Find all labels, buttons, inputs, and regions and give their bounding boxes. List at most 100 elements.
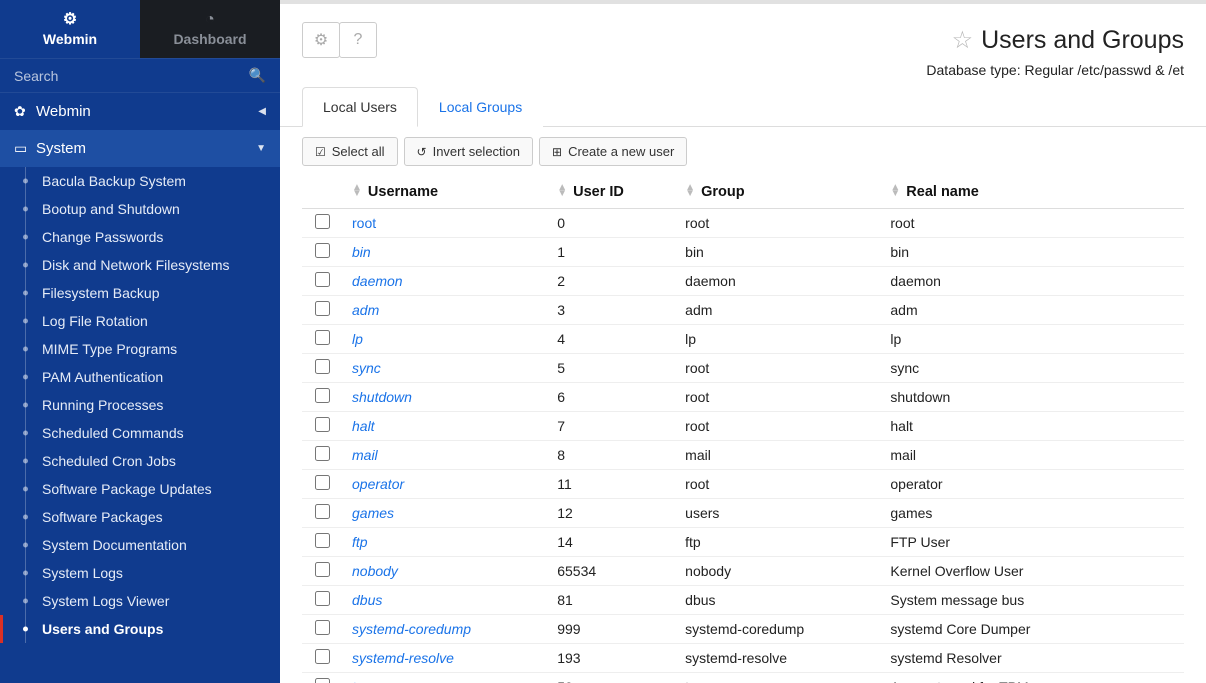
col-username[interactable]: ▲▼Username <box>342 176 547 209</box>
realname-cell: shutdown <box>880 383 1184 412</box>
chevron-left-icon: ◀ <box>258 106 266 117</box>
uid-cell: 7 <box>547 412 675 441</box>
group-cell: users <box>675 499 880 528</box>
username-link[interactable]: adm <box>352 302 379 318</box>
sidebar-item-disk-and-network-filesystems[interactable]: Disk and Network Filesystems <box>0 251 280 279</box>
group-cell: root <box>675 470 880 499</box>
realname-cell: Account used for TPM access <box>880 673 1184 683</box>
table-row: tss59tssAccount used for TPM access <box>302 673 1184 683</box>
row-checkbox[interactable] <box>315 504 330 519</box>
row-checkbox[interactable] <box>315 475 330 490</box>
nav-section-webmin[interactable]: ✿ Webmin ◀ <box>0 93 280 130</box>
sidebar-item-bacula-backup-system[interactable]: Bacula Backup System <box>0 167 280 195</box>
help-button[interactable]: ? <box>339 22 377 58</box>
row-checkbox[interactable] <box>315 388 330 403</box>
row-checkbox[interactable] <box>315 301 330 316</box>
sidebar-item-mime-type-programs[interactable]: MIME Type Programs <box>0 335 280 363</box>
username-link[interactable]: tss <box>352 679 370 683</box>
username-link[interactable]: halt <box>352 418 375 434</box>
username-link[interactable]: daemon <box>352 273 403 289</box>
tab-local-groups[interactable]: Local Groups <box>418 87 543 127</box>
username-link[interactable]: operator <box>352 476 404 492</box>
username-link[interactable]: shutdown <box>352 389 412 405</box>
sidebar-item-system-logs[interactable]: System Logs <box>0 559 280 587</box>
realname-cell: sync <box>880 354 1184 383</box>
row-checkbox[interactable] <box>315 359 330 374</box>
laptop-icon: ▭ <box>14 140 36 157</box>
sidebar-item-users-and-groups[interactable]: Users and Groups <box>0 615 280 643</box>
col-real[interactable]: ▲▼Real name <box>880 176 1184 209</box>
sidebar-tab-dashboard[interactable]: ◔ Dashboard <box>140 0 280 58</box>
table-row: root0rootroot <box>302 209 1184 238</box>
row-checkbox[interactable] <box>315 446 330 461</box>
table-row: nobody65534nobodyKernel Overflow User <box>302 557 1184 586</box>
sidebar-item-system-logs-viewer[interactable]: System Logs Viewer <box>0 587 280 615</box>
username-link[interactable]: mail <box>352 447 378 463</box>
sidebar-item-pam-authentication[interactable]: PAM Authentication <box>0 363 280 391</box>
row-checkbox[interactable] <box>315 272 330 287</box>
table-row: shutdown6rootshutdown <box>302 383 1184 412</box>
button-label: Select all <box>332 144 385 159</box>
group-cell: root <box>675 383 880 412</box>
row-checkbox[interactable] <box>315 330 330 345</box>
row-checkbox[interactable] <box>315 214 330 229</box>
row-checkbox[interactable] <box>315 417 330 432</box>
group-cell: bin <box>675 238 880 267</box>
username-link[interactable]: games <box>352 505 394 521</box>
sidebar-item-filesystem-backup[interactable]: Filesystem Backup <box>0 279 280 307</box>
row-checkbox[interactable] <box>315 620 330 635</box>
table-row: dbus81dbusSystem message bus <box>302 586 1184 615</box>
username-link[interactable]: dbus <box>352 592 382 608</box>
sidebar-item-log-file-rotation[interactable]: Log File Rotation <box>0 307 280 335</box>
sidebar-item-bootup-and-shutdown[interactable]: Bootup and Shutdown <box>0 195 280 223</box>
username-link[interactable]: bin <box>352 244 371 260</box>
sidebar-item-change-passwords[interactable]: Change Passwords <box>0 223 280 251</box>
uid-cell: 6 <box>547 383 675 412</box>
sidebar-item-scheduled-commands[interactable]: Scheduled Commands <box>0 419 280 447</box>
nav-section-system[interactable]: ▭ System ▼ <box>0 130 280 167</box>
table-row: operator11rootoperator <box>302 470 1184 499</box>
db-type-label: Database type: Regular /etc/passwd & /et <box>302 62 1184 78</box>
col-group[interactable]: ▲▼Group <box>675 176 880 209</box>
username-link[interactable]: sync <box>352 360 381 376</box>
table-row: sync5rootsync <box>302 354 1184 383</box>
select-all-button[interactable]: ☑ Select all <box>302 137 398 166</box>
sidebar-item-software-package-updates[interactable]: Software Package Updates <box>0 475 280 503</box>
table-row: mail8mailmail <box>302 441 1184 470</box>
config-button[interactable]: ⚙ <box>302 22 340 58</box>
sidebar-tab-label: Webmin <box>43 31 97 47</box>
username-link[interactable]: lp <box>352 331 363 347</box>
username-link[interactable]: systemd-coredump <box>352 621 471 637</box>
row-checkbox[interactable] <box>315 243 330 258</box>
table-row: bin1binbin <box>302 238 1184 267</box>
sidebar-search: 🔍 <box>0 58 280 93</box>
invert-selection-button[interactable]: ↺ Invert selection <box>404 137 534 166</box>
tab-local-users[interactable]: Local Users <box>302 87 418 127</box>
col-uid[interactable]: ▲▼User ID <box>547 176 675 209</box>
create-user-button[interactable]: ⊞ Create a new user <box>539 137 687 166</box>
sidebar-item-running-processes[interactable]: Running Processes <box>0 391 280 419</box>
row-checkbox[interactable] <box>315 649 330 664</box>
username-link[interactable]: nobody <box>352 563 398 579</box>
uid-cell: 4 <box>547 325 675 354</box>
row-checkbox[interactable] <box>315 678 330 683</box>
sidebar-item-software-packages[interactable]: Software Packages <box>0 503 280 531</box>
uid-cell: 59 <box>547 673 675 683</box>
username-link[interactable]: root <box>352 215 376 231</box>
search-input[interactable] <box>14 68 249 84</box>
search-icon[interactable]: 🔍 <box>249 67 266 84</box>
sort-icon: ▲▼ <box>890 185 900 197</box>
username-link[interactable]: ftp <box>352 534 368 550</box>
sidebar-item-scheduled-cron-jobs[interactable]: Scheduled Cron Jobs <box>0 447 280 475</box>
sidebar-item-system-documentation[interactable]: System Documentation <box>0 531 280 559</box>
star-icon[interactable]: ☆ <box>952 26 974 55</box>
uid-cell: 2 <box>547 267 675 296</box>
nav-label: System <box>36 140 256 157</box>
group-cell: dbus <box>675 586 880 615</box>
sidebar-tab-webmin[interactable]: ⚙ Webmin <box>0 0 140 58</box>
username-link[interactable]: systemd-resolve <box>352 650 454 666</box>
row-checkbox[interactable] <box>315 591 330 606</box>
row-checkbox[interactable] <box>315 533 330 548</box>
gear-icon: ✿ <box>14 103 36 120</box>
row-checkbox[interactable] <box>315 562 330 577</box>
